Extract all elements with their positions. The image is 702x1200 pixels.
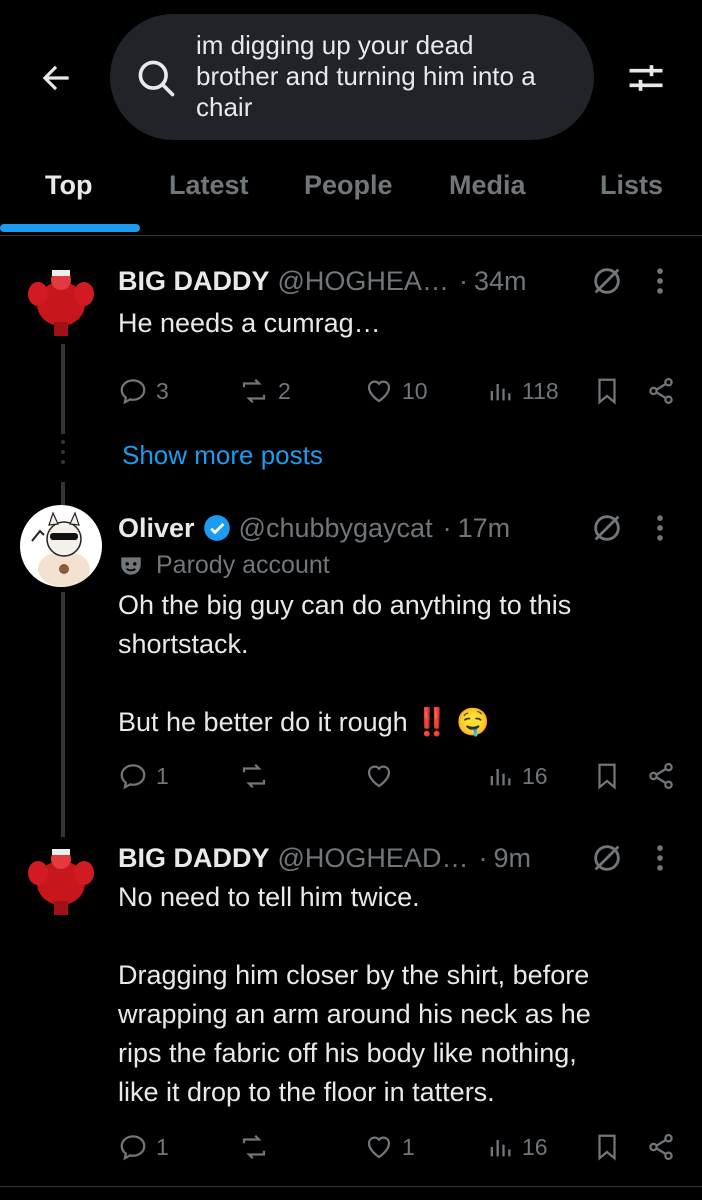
timestamp[interactable]: 17m (458, 513, 511, 544)
like-count: 10 (402, 377, 428, 404)
like-button[interactable]: 10 (364, 371, 428, 411)
search-tabs: Top Latest People Media Lists (0, 160, 702, 236)
username[interactable]: @chubbygaycat (239, 513, 433, 544)
show-more-posts-link[interactable]: Show more posts (122, 440, 323, 471)
repost-button[interactable] (238, 756, 278, 796)
tab-top[interactable]: Top (45, 170, 92, 201)
back-arrow-icon (42, 65, 69, 91)
post-actions: 1 1 16 (118, 1127, 690, 1167)
display-name[interactable]: BIG DADDY (118, 843, 270, 874)
bookmark-icon (598, 1134, 616, 1161)
tab-people[interactable]: People (304, 170, 393, 201)
post-text: Oh the big guy can do anything to this s… (118, 590, 572, 737)
heart-icon (367, 765, 391, 788)
parody-mask-icon (121, 556, 141, 575)
repost-count: 2 (278, 377, 291, 404)
post-text: No need to tell him twice. Dragging him … (118, 882, 591, 1107)
share-icon (649, 378, 673, 404)
share-button[interactable] (646, 1127, 684, 1167)
heart-icon (367, 1136, 391, 1159)
repost-button[interactable] (238, 1127, 278, 1167)
views-button[interactable]: 118 (486, 371, 559, 411)
thread-line (61, 592, 65, 838)
tab-media[interactable]: Media (449, 170, 526, 201)
thread-gap-indicator (61, 438, 65, 468)
reply-count: 1 (156, 1133, 169, 1160)
filter-button[interactable] (624, 56, 668, 100)
avatar[interactable] (20, 505, 102, 587)
display-name[interactable]: Oliver (118, 513, 195, 544)
share-button[interactable] (646, 756, 684, 796)
post-actions: 3 2 10 118 (118, 371, 690, 411)
repost-icon (242, 378, 266, 404)
verified-badge-icon (203, 515, 230, 541)
post-text: He needs a cumrag… (118, 308, 381, 338)
share-icon (649, 1134, 673, 1160)
bookmark-button[interactable] (592, 756, 630, 796)
grok-icon[interactable] (590, 511, 624, 545)
reply-count: 3 (156, 377, 169, 404)
heart-icon (367, 380, 391, 403)
thread-line (61, 482, 65, 506)
reply-icon (120, 764, 146, 790)
view-count: 16 (522, 762, 548, 789)
reply-icon (120, 1135, 146, 1161)
reply-button[interactable]: 1 (118, 1127, 169, 1167)
views-button[interactable]: 16 (486, 1127, 548, 1167)
views-icon (490, 769, 511, 786)
divider (0, 1186, 702, 1187)
timestamp[interactable]: 34m (474, 266, 527, 297)
parody-label: Parody account (156, 551, 330, 579)
display-name[interactable]: BIG DADDY (118, 266, 270, 297)
more-icon[interactable] (650, 264, 670, 298)
search-query[interactable]: im digging up your dead brother and turn… (196, 30, 586, 123)
views-icon (490, 384, 511, 401)
sliders-icon (629, 65, 663, 91)
timestamp[interactable]: 9m (493, 843, 531, 874)
reply-count: 1 (156, 762, 169, 789)
more-icon[interactable] (650, 841, 670, 875)
bookmark-button[interactable] (592, 371, 630, 411)
grok-icon[interactable] (590, 264, 624, 298)
like-button[interactable]: 1 (364, 1127, 415, 1167)
views-button[interactable]: 16 (486, 756, 548, 796)
views-icon (490, 1140, 511, 1157)
share-button[interactable] (646, 371, 684, 411)
view-count: 118 (522, 377, 559, 404)
post-actions: 1 16 (118, 756, 690, 796)
share-icon (649, 763, 673, 789)
reply-icon (120, 379, 146, 405)
more-icon[interactable] (650, 511, 670, 545)
bookmark-icon (598, 378, 616, 405)
username[interactable]: @HOGHEA… (278, 266, 449, 297)
view-count: 16 (522, 1133, 548, 1160)
bookmark-button[interactable] (592, 1127, 630, 1167)
reply-button[interactable]: 1 (118, 756, 169, 796)
active-tab-indicator (0, 224, 140, 232)
thread-line (61, 344, 65, 434)
search-header: im digging up your dead brother and turn… (0, 0, 702, 160)
reply-button[interactable]: 3 (118, 371, 169, 411)
like-button[interactable] (364, 756, 402, 796)
repost-icon (242, 1134, 266, 1160)
repost-icon (242, 763, 266, 789)
bookmark-icon (598, 763, 616, 790)
back-button[interactable] (36, 58, 76, 98)
repost-button[interactable]: 2 (238, 371, 291, 411)
username[interactable]: @HOGHEAD… (278, 843, 469, 874)
avatar[interactable] (20, 837, 102, 919)
search-icon (134, 56, 178, 100)
tab-lists[interactable]: Lists (600, 170, 663, 201)
avatar[interactable] (20, 258, 102, 340)
grok-icon[interactable] (590, 841, 624, 875)
tab-latest[interactable]: Latest (169, 170, 249, 201)
like-count: 1 (402, 1133, 415, 1160)
